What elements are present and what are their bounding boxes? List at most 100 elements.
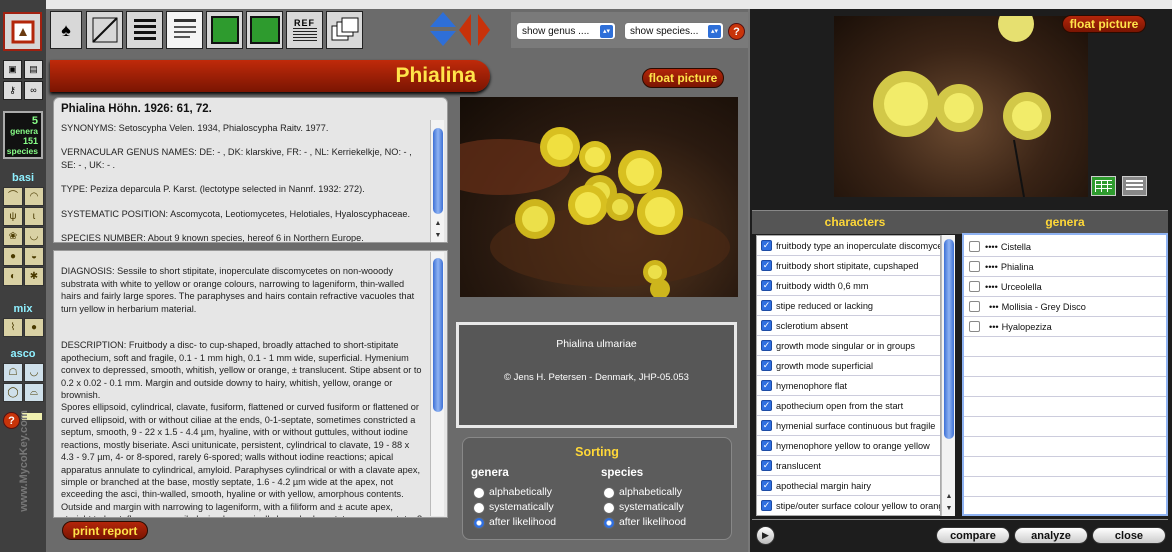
text-view-button[interactable]: [166, 11, 203, 49]
print-report-button[interactable]: print report: [62, 521, 148, 540]
character-row[interactable]: ✓ hymenial surface continuous but fragile: [757, 416, 940, 436]
float-photo[interactable]: [834, 16, 1088, 197]
float-picture-button[interactable]: float picture: [642, 68, 724, 88]
checkbox-checked-icon[interactable]: ✓: [761, 300, 772, 311]
checkbox-checked-icon[interactable]: ✓: [761, 440, 772, 451]
genus-row-cistella[interactable]: •••• Cistella: [964, 237, 1166, 257]
checkbox-checked-icon[interactable]: ✓: [761, 380, 772, 391]
right-float-picture-button[interactable]: float picture: [1062, 15, 1146, 33]
characters-scroll-thumb[interactable]: [944, 239, 954, 439]
character-row[interactable]: ✓ stipe/outer surface colour yellow to or…: [757, 496, 940, 515]
picture-list-button[interactable]: [206, 11, 243, 49]
species-select[interactable]: show species... ▴▾: [624, 22, 724, 40]
analyze-button[interactable]: analyze: [1014, 527, 1088, 544]
home-logo-button[interactable]: [3, 12, 42, 51]
checkbox-icon[interactable]: [969, 301, 980, 312]
arrow-right-icon[interactable]: [478, 14, 490, 46]
character-row[interactable]: ✓ fruitbody short stipitate, cupshaped: [757, 256, 940, 276]
character-row[interactable]: ✓ sclerotium absent: [757, 316, 940, 336]
character-row[interactable]: ✓ hymenophore flat: [757, 376, 940, 396]
radio-icon[interactable]: [473, 501, 485, 514]
basi-cluster-icon[interactable]: ❀: [3, 227, 23, 246]
checkbox-checked-icon[interactable]: ✓: [761, 280, 772, 291]
key-tool-icon[interactable]: ⚷: [3, 81, 22, 100]
toolbar-help-button[interactable]: ?: [728, 23, 745, 40]
sort-genera-alphabetically[interactable]: alphabetically: [473, 485, 556, 500]
stack-view-button[interactable]: [326, 11, 363, 49]
species-photo[interactable]: [460, 97, 738, 297]
link-tool-icon[interactable]: ∞: [24, 81, 43, 100]
checkbox-checked-icon[interactable]: ✓: [761, 400, 772, 411]
genus-row-hyalopeziza[interactable]: ••• Hyalopeziza: [964, 317, 1166, 337]
character-row[interactable]: ✓ apothecial margin hairy: [757, 476, 940, 496]
asco-flask-icon[interactable]: ⌓: [24, 383, 44, 402]
scroll-down-icon[interactable]: ▼: [431, 230, 445, 241]
basi-star-icon[interactable]: ✱: [24, 267, 44, 286]
basi-puffball-icon[interactable]: ●: [3, 247, 23, 266]
genus-row-urceolella[interactable]: •••• Urceolella: [964, 277, 1166, 297]
arrow-left-icon[interactable]: [459, 14, 471, 46]
mix-disc-icon[interactable]: ●: [24, 318, 44, 337]
character-row[interactable]: ✓ growth mode superficial: [757, 356, 940, 376]
basi-tooth-icon[interactable]: ◡: [24, 227, 44, 246]
image-tool-icon[interactable]: ▣: [3, 60, 22, 79]
sort-species-likelihood[interactable]: after likelihood: [603, 515, 686, 530]
radio-selected-icon[interactable]: [603, 516, 615, 529]
info-scroll-thumb[interactable]: [433, 128, 443, 214]
picture-view-button[interactable]: [246, 11, 283, 49]
sort-genera-likelihood[interactable]: after likelihood: [473, 515, 556, 530]
checkbox-icon[interactable]: [969, 241, 980, 252]
basi-coral-icon[interactable]: ψ: [3, 207, 23, 226]
radio-icon[interactable]: [603, 501, 615, 514]
grid-view-button[interactable]: [1091, 176, 1116, 196]
play-button[interactable]: ▶: [756, 526, 775, 545]
character-row[interactable]: ✓ fruitbody type an inoperculate discomyc…: [757, 236, 940, 256]
references-button[interactable]: REF: [286, 11, 323, 49]
description-scrollbar[interactable]: [430, 252, 444, 516]
compare-button[interactable]: compare: [936, 527, 1010, 544]
sort-species-alphabetically[interactable]: alphabetically: [603, 485, 686, 500]
character-row[interactable]: ✓ translucent: [757, 456, 940, 476]
basi-club-icon[interactable]: ɩ: [24, 207, 44, 226]
description-scroll-thumb[interactable]: [433, 258, 443, 412]
character-row[interactable]: ✓ hymenophore yellow to orange yellow: [757, 436, 940, 456]
basi-agaric-icon[interactable]: ⌒: [3, 187, 23, 206]
checkbox-icon[interactable]: [969, 321, 980, 332]
list-view-button[interactable]: [126, 11, 163, 49]
close-button[interactable]: close: [1092, 527, 1166, 544]
checkbox-icon[interactable]: [969, 261, 980, 272]
character-row[interactable]: ✓ apothecium open from the start: [757, 396, 940, 416]
genus-row-phialina[interactable]: •••• Phialina: [964, 257, 1166, 277]
checkbox-checked-icon[interactable]: ✓: [761, 240, 772, 251]
scroll-up-icon[interactable]: ▲: [942, 491, 956, 502]
checkbox-checked-icon[interactable]: ✓: [761, 460, 772, 471]
character-row[interactable]: ✓ growth mode singular or in groups: [757, 336, 940, 356]
character-row[interactable]: ✓ stipe reduced or lacking: [757, 296, 940, 316]
scroll-down-icon[interactable]: ▼: [942, 503, 956, 514]
genus-select[interactable]: show genus .... ▴▾: [516, 22, 616, 40]
sort-genera-systematically[interactable]: systematically: [473, 500, 556, 515]
mushroom-tool-button[interactable]: ♠: [50, 11, 82, 49]
basi-bracket-icon[interactable]: ◠: [24, 187, 44, 206]
disk-tool-icon[interactable]: ▤: [24, 60, 43, 79]
checkbox-checked-icon[interactable]: ✓: [761, 340, 772, 351]
asco-disco-icon[interactable]: ◯: [3, 383, 23, 402]
asco-cup-icon[interactable]: ◡: [24, 363, 44, 382]
diagonal-view-button[interactable]: [86, 11, 123, 49]
basi-crust-icon[interactable]: ◒: [24, 247, 44, 266]
checkbox-checked-icon[interactable]: ✓: [761, 360, 772, 371]
radio-icon[interactable]: [473, 486, 485, 499]
radio-selected-icon[interactable]: [473, 516, 485, 529]
scroll-up-icon[interactable]: ▲: [431, 218, 445, 229]
radio-icon[interactable]: [603, 486, 615, 499]
arrow-down-icon[interactable]: [430, 31, 456, 46]
checkbox-icon[interactable]: [969, 281, 980, 292]
character-row[interactable]: ✓ fruitbody width 0,6 mm: [757, 276, 940, 296]
checkbox-checked-icon[interactable]: ✓: [761, 420, 772, 431]
checkbox-checked-icon[interactable]: ✓: [761, 320, 772, 331]
list-toggle-button[interactable]: [1122, 176, 1147, 196]
genus-row-mollisia[interactable]: ••• Mollisia - Grey Disco: [964, 297, 1166, 317]
characters-scrollbar[interactable]: ▲ ▼: [941, 235, 955, 516]
sort-species-systematically[interactable]: systematically: [603, 500, 686, 515]
arrow-up-icon[interactable]: [430, 12, 456, 27]
